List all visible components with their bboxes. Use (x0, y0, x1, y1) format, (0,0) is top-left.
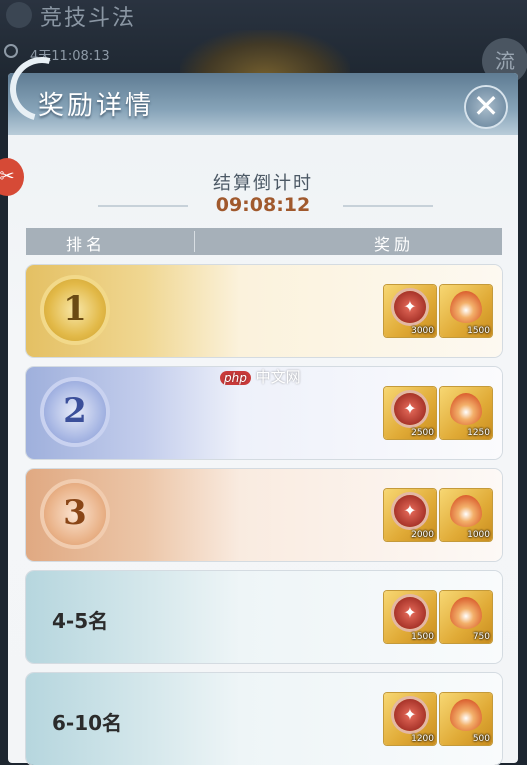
back-button[interactable] (6, 2, 32, 28)
flame-drop-icon (450, 699, 482, 731)
reward-item[interactable]: ✦ 1500 (384, 591, 436, 643)
column-header: 排名 奖励 (26, 228, 502, 255)
column-rank: 排名 (66, 235, 107, 254)
reward-count: 1500 (467, 326, 490, 336)
reward-count: 1250 (467, 428, 490, 438)
rank-row: 4-5名 ✦ 1500 750 (26, 571, 502, 663)
reward-item[interactable]: ✦ 2000 (384, 489, 436, 541)
watermark-brand: php (220, 371, 251, 385)
site-watermark: php 中文网 (220, 366, 301, 387)
reward-item[interactable]: 750 (440, 591, 492, 643)
rank-row: 1 ✦ 3000 1500 (26, 265, 502, 357)
spirit-stone-icon: ✦ (394, 597, 426, 629)
rank-medal-bronze: 3 (44, 483, 106, 545)
spirit-stone-icon: ✦ (394, 393, 426, 425)
spirit-stone-icon: ✦ (394, 495, 426, 527)
rank-medal-gold: 1 (44, 279, 106, 341)
spirit-stone-icon: ✦ (394, 699, 426, 731)
reward-count: 500 (472, 734, 490, 744)
flame-drop-icon (450, 393, 482, 425)
clock-icon (4, 44, 18, 58)
rank-label: 6-10名 (52, 711, 123, 735)
reward-item[interactable]: 1500 (440, 285, 492, 337)
rank-label: 4-5名 (52, 609, 109, 633)
reward-item[interactable]: 1250 (440, 387, 492, 439)
reward-item[interactable]: ✦ 3000 (384, 285, 436, 337)
rank-row: 6-10名 ✦ 1200 500 (26, 673, 502, 765)
reward-item[interactable]: 500 (440, 693, 492, 745)
close-icon: ✕ (472, 87, 500, 125)
reward-item[interactable]: ✦ 1200 (384, 693, 436, 745)
reward-item[interactable]: ✦ 2500 (384, 387, 436, 439)
column-reward: 奖励 (374, 235, 415, 254)
reward-count: 3000 (411, 326, 434, 336)
reward-count: 2500 (411, 428, 434, 438)
flame-drop-icon (450, 597, 482, 629)
reward-count: 1200 (411, 734, 434, 744)
rank-row: 3 ✦ 2000 1000 (26, 469, 502, 561)
flame-drop-icon (450, 495, 482, 527)
rank-medal-silver: 2 (44, 381, 106, 443)
reward-count: 1500 (411, 632, 434, 642)
spirit-stone-icon: ✦ (394, 291, 426, 323)
countdown-value: 09:08:12 (215, 194, 311, 216)
reward-count: 750 (472, 632, 490, 642)
countdown-label: 结算倒计时 (213, 173, 313, 194)
column-separator (194, 231, 195, 252)
screen-title: 竞技斗法 (40, 6, 137, 31)
flame-drop-icon (450, 291, 482, 323)
close-button[interactable]: ✕ (466, 87, 506, 127)
reward-count: 1000 (467, 530, 490, 540)
watermark-text: 中文网 (255, 368, 301, 386)
reward-item[interactable]: 1000 (440, 489, 492, 541)
reward-count: 2000 (411, 530, 434, 540)
reward-details-dialog: 奖励详情 ✕ 结算倒计时 09:08:12 排名 奖励 1 ✦ 3000 150… (0, 45, 518, 765)
